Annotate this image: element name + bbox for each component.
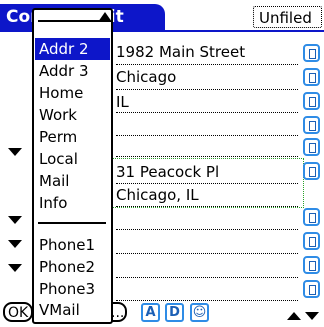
field-value-6[interactable]: 31 Peacock Pl	[116, 160, 298, 184]
menu-item-perm[interactable]: Perm	[35, 126, 110, 148]
chevron-down-icon[interactable]	[8, 264, 22, 272]
menu-item-phone3[interactable]: Phone3	[35, 278, 110, 300]
field-value-7[interactable]: Chicago, IL	[116, 183, 298, 207]
ok-button[interactable]: OK	[3, 302, 33, 322]
note-icon[interactable]	[303, 232, 320, 250]
details-icon[interactable]: D	[165, 303, 184, 322]
smiley-icon[interactable]: ☺	[190, 303, 209, 322]
note-icon[interactable]	[303, 68, 320, 86]
field-value-1[interactable]: 1982 Main Street	[116, 40, 298, 64]
note-icon[interactable]	[303, 256, 320, 274]
menu-divider	[38, 20, 106, 22]
field-line	[116, 253, 298, 254]
field-value-3[interactable]: IL	[116, 90, 298, 114]
note-icon[interactable]	[303, 162, 320, 180]
field-line	[116, 229, 298, 230]
chevron-down-icon[interactable]	[8, 216, 22, 224]
note-icon[interactable]	[303, 116, 320, 134]
menu-item-home[interactable]: Home	[35, 82, 110, 104]
menu-item-addr2[interactable]: Addr 2	[35, 38, 110, 60]
note-icon[interactable]	[303, 92, 320, 110]
note-icon[interactable]	[303, 208, 320, 226]
menu-divider	[38, 222, 106, 224]
scroll-down-icon[interactable]	[305, 312, 319, 320]
menu-item-vmail[interactable]: VMail	[35, 299, 110, 321]
font-icon[interactable]: A	[141, 303, 160, 322]
menu-item-info[interactable]: Info	[35, 192, 110, 214]
field-value-4[interactable]	[116, 113, 298, 137]
menu-item-work[interactable]: Work	[35, 104, 110, 126]
chevron-down-icon[interactable]	[8, 148, 22, 156]
field-value-8[interactable]	[116, 207, 298, 231]
field-line	[116, 277, 298, 278]
scroll-up-icon[interactable]	[287, 312, 301, 320]
field-line	[116, 156, 298, 157]
note-icon[interactable]	[303, 280, 320, 298]
menu-item-mail[interactable]: Mail	[35, 170, 110, 192]
menu-item-addr3[interactable]: Addr 3	[35, 60, 110, 82]
details-button[interactable]: ...	[111, 302, 127, 322]
chevron-down-icon[interactable]	[8, 240, 22, 248]
menu-scroll-up-icon[interactable]	[98, 12, 112, 22]
menu-item-local[interactable]: Local	[35, 148, 110, 170]
menu-item-phone1[interactable]: Phone1	[35, 234, 110, 256]
menu-item-phone2[interactable]: Phone2	[35, 256, 110, 278]
field-value-2[interactable]: Chicago	[116, 65, 298, 89]
note-icon[interactable]	[303, 138, 320, 156]
field-line	[116, 300, 298, 301]
field-value-10[interactable]	[116, 255, 298, 279]
category-selector[interactable]: Unfiled	[253, 6, 322, 28]
field-value-9[interactable]	[116, 231, 298, 255]
note-icon[interactable]	[303, 44, 320, 62]
